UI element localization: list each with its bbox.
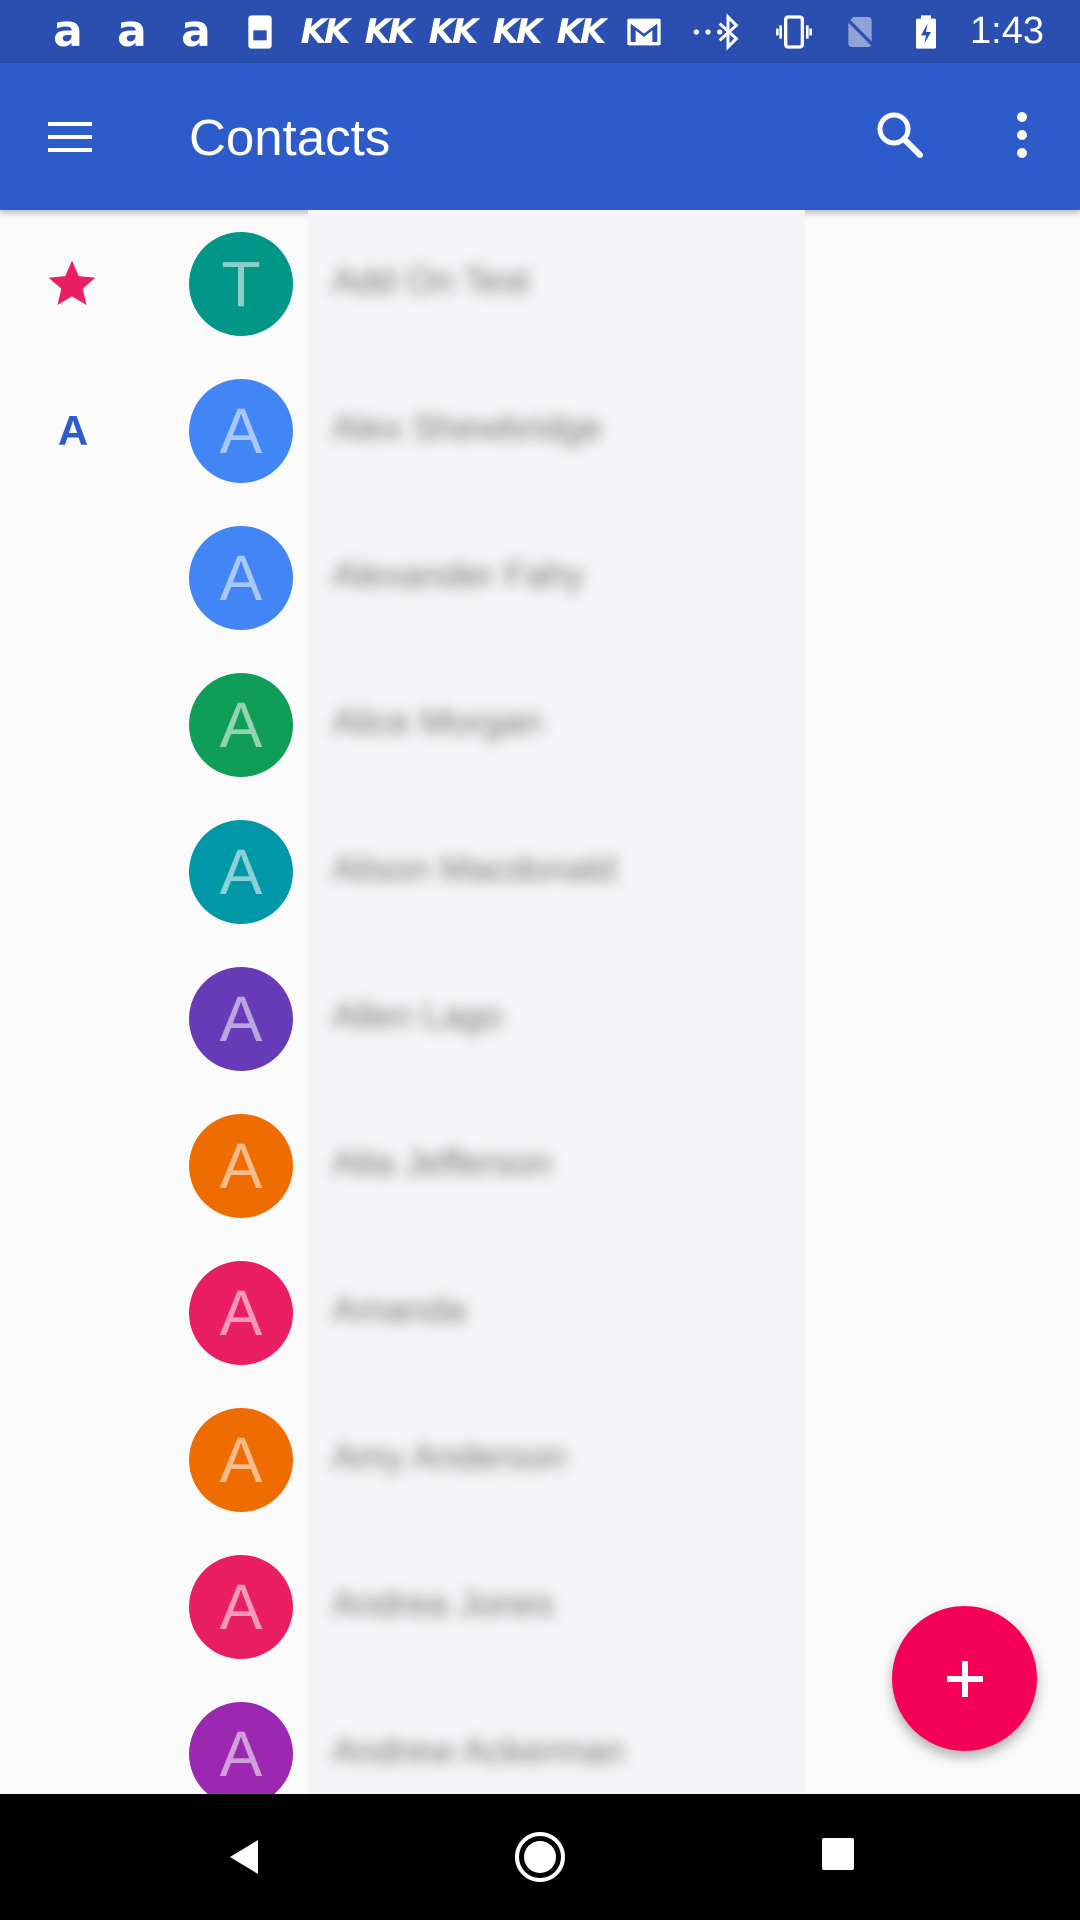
avatar: A [189, 967, 293, 1071]
avatar: A [189, 1261, 293, 1365]
avatar: A [189, 1555, 293, 1659]
avatar: A [189, 1114, 293, 1218]
avatar: A [189, 379, 293, 483]
avatar: A [189, 820, 293, 924]
contact-name: Add On Test [332, 260, 530, 301]
contact-name: Andrea Jones [332, 1583, 555, 1624]
contact-row[interactable]: A Amanda [0, 1239, 1080, 1386]
avatar: A [189, 1408, 293, 1512]
contact-row[interactable]: A A Alex Shewbridge [0, 357, 1080, 504]
avatar: A [189, 673, 293, 777]
navigation-bar [0, 1794, 1080, 1920]
contact-name-area: Add On Test [308, 210, 805, 357]
contact-name: Allen Lago [332, 995, 503, 1036]
notification-icons: a a a KK KK KK KK KK [46, 0, 730, 63]
clock: 1:43 [970, 10, 1044, 52]
contact-row[interactable]: T Add On Test [0, 210, 1080, 357]
contact-name-area: Amanda [308, 1239, 805, 1386]
search-icon[interactable] [868, 103, 932, 167]
home-icon[interactable] [513, 1830, 567, 1884]
gmail-icon [622, 10, 666, 54]
contact-name: Alice Morgan [332, 701, 543, 742]
contact-name-area: Alice Morgan [308, 651, 805, 798]
contact-name: Amy Anderson [332, 1436, 567, 1477]
battery-charging-icon [904, 10, 948, 54]
contact-row[interactable]: A Alta Jefferson [0, 1092, 1080, 1239]
contact-list[interactable]: T Add On Test A A Alex Shewbridge A Alexander … [0, 210, 1080, 1794]
bluetooth-icon [706, 10, 750, 54]
sim-toolkit-icon [238, 10, 282, 54]
more-vert-icon[interactable] [1000, 103, 1044, 167]
app-bar: Contacts [0, 63, 1080, 210]
contact-name-area: Alison Macdonald [308, 798, 805, 945]
kk-icon: KK [428, 11, 479, 52]
contact-name: Alta Jefferson [332, 1142, 552, 1183]
kk-icon: KK [364, 11, 415, 52]
favorites-star-icon [48, 260, 96, 305]
vibrate-icon [772, 10, 816, 54]
contact-name: Alison Macdonald [332, 848, 617, 889]
contact-name-area: Alex Shewbridge [308, 357, 805, 504]
amazon-icon: a [117, 5, 147, 57]
avatar: A [189, 526, 293, 630]
back-icon[interactable] [222, 1834, 268, 1880]
avatar: T [189, 232, 293, 336]
contact-row[interactable]: A Allen Lago [0, 945, 1080, 1092]
avatar: A [189, 1702, 293, 1794]
contact-name-area: Alexander Fahy [308, 504, 805, 651]
add-icon [946, 1660, 983, 1697]
contact-row[interactable]: A Alexander Fahy [0, 504, 1080, 651]
contact-name-area: Allen Lago [308, 945, 805, 1092]
recents-icon[interactable] [820, 1836, 856, 1872]
status-bar: a a a KK KK KK KK KK 1:43 [0, 0, 1080, 63]
kk-icon: KK [300, 11, 351, 52]
no-sim-icon [838, 10, 882, 54]
add-contact-button[interactable] [892, 1606, 1037, 1751]
kk-icon: KK [556, 11, 607, 52]
amazon-icon: a [181, 5, 211, 57]
hamburger-menu-icon[interactable] [40, 107, 100, 167]
contact-name: Alexander Fahy [332, 554, 585, 595]
contact-name-area: Amy Anderson [308, 1386, 805, 1533]
amazon-icon: a [53, 5, 83, 57]
page-title: Contacts [189, 109, 391, 166]
contact-name: Alex Shewbridge [332, 407, 603, 448]
contact-name: Andrew Ackerman [332, 1730, 625, 1771]
kk-icon: KK [492, 11, 543, 52]
contact-name: Amanda [332, 1289, 467, 1330]
contact-name-area: Alta Jefferson [308, 1092, 805, 1239]
contact-row[interactable]: A Alison Macdonald [0, 798, 1080, 945]
contact-name-area: Andrew Ackerman [308, 1680, 805, 1794]
contact-row[interactable]: A Alice Morgan [0, 651, 1080, 798]
contact-row[interactable]: A Amy Anderson [0, 1386, 1080, 1533]
section-letter: A [57, 407, 89, 454]
system-icons: 1:43 [706, 0, 1044, 63]
contact-name-area: Andrea Jones [308, 1533, 805, 1680]
